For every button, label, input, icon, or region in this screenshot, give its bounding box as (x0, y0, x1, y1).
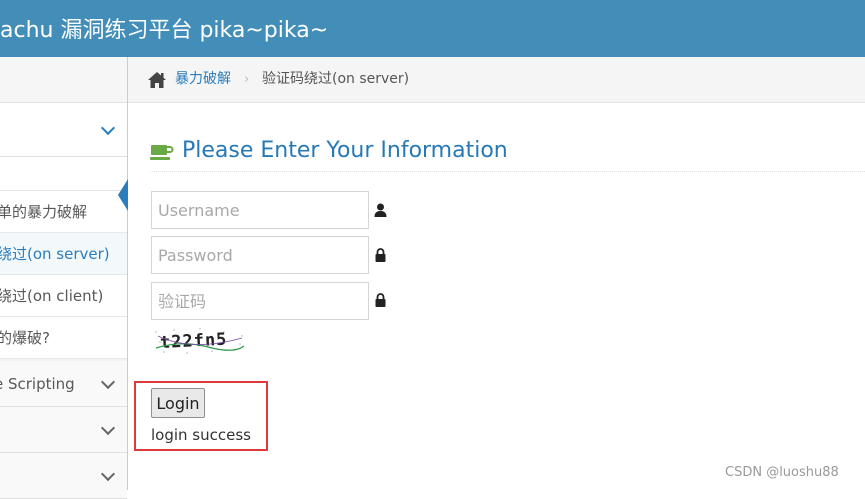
sidebar: 单的暴力破解 绕过(on server) 绕过(on client) 的爆破? … (0, 57, 128, 499)
top-navbar: achu 漏洞练习平台 pika~pika~ (0, 0, 865, 57)
breadcrumb: 暴力破解 › 验证码绕过(on server) (128, 57, 865, 103)
sidebar-category-brute-force[interactable] (0, 103, 127, 157)
sidebar-item-label: 绕过(on server) (0, 245, 110, 263)
lock-icon (375, 248, 386, 262)
captcha-input[interactable] (151, 282, 369, 320)
user-icon (374, 203, 387, 217)
username-input[interactable] (151, 191, 369, 229)
page-header: Please Enter Your Information (150, 134, 865, 172)
sidebar-item-token-brute[interactable]: 的爆破? (0, 317, 127, 359)
coffee-cup-icon (150, 145, 174, 160)
login-result-message: login success (151, 426, 251, 444)
watermark: CSDN @luoshu88 (725, 465, 839, 480)
sidebar-category[interactable]: t (0, 453, 127, 499)
chevron-down-icon (100, 466, 116, 481)
sidebar-item-label: 的爆破? (0, 329, 50, 347)
sidebar-item-captcha-client[interactable]: 绕过(on client) (0, 275, 127, 317)
sidebar-category-xss[interactable]: e Scripting (0, 361, 127, 407)
sidebar-category-label: e Scripting (0, 375, 75, 393)
breadcrumb-current: 验证码绕过(on server) (262, 71, 410, 87)
home-icon[interactable] (147, 71, 167, 89)
breadcrumb-link-parent[interactable]: 暴力破解 (175, 57, 231, 102)
app-title[interactable]: achu 漏洞练习平台 pika~pika~ (0, 12, 328, 44)
sidebar-category[interactable] (0, 407, 127, 453)
login-button[interactable]: Login (151, 388, 205, 418)
sidebar-shortcuts (0, 57, 127, 103)
chevron-down-icon (100, 420, 116, 435)
breadcrumb-separator: › (244, 72, 250, 87)
sidebar-subitem-overview[interactable] (0, 157, 127, 191)
chevron-down-icon (100, 120, 116, 135)
captcha-image[interactable]: t22fn5 (152, 326, 248, 356)
sidebar-item-label: 绕过(on client) (0, 287, 104, 305)
active-item-indicator (118, 179, 128, 211)
lock-icon (375, 293, 386, 307)
password-input[interactable] (151, 236, 369, 274)
chevron-down-icon (100, 374, 116, 389)
sidebar-item-form-brute[interactable]: 单的暴力破解 (0, 191, 127, 233)
sidebar-item-label: 单的暴力破解 (0, 203, 88, 221)
page-title: Please Enter Your Information (182, 138, 508, 163)
sidebar-item-captcha-server[interactable]: 绕过(on server) (0, 233, 127, 275)
